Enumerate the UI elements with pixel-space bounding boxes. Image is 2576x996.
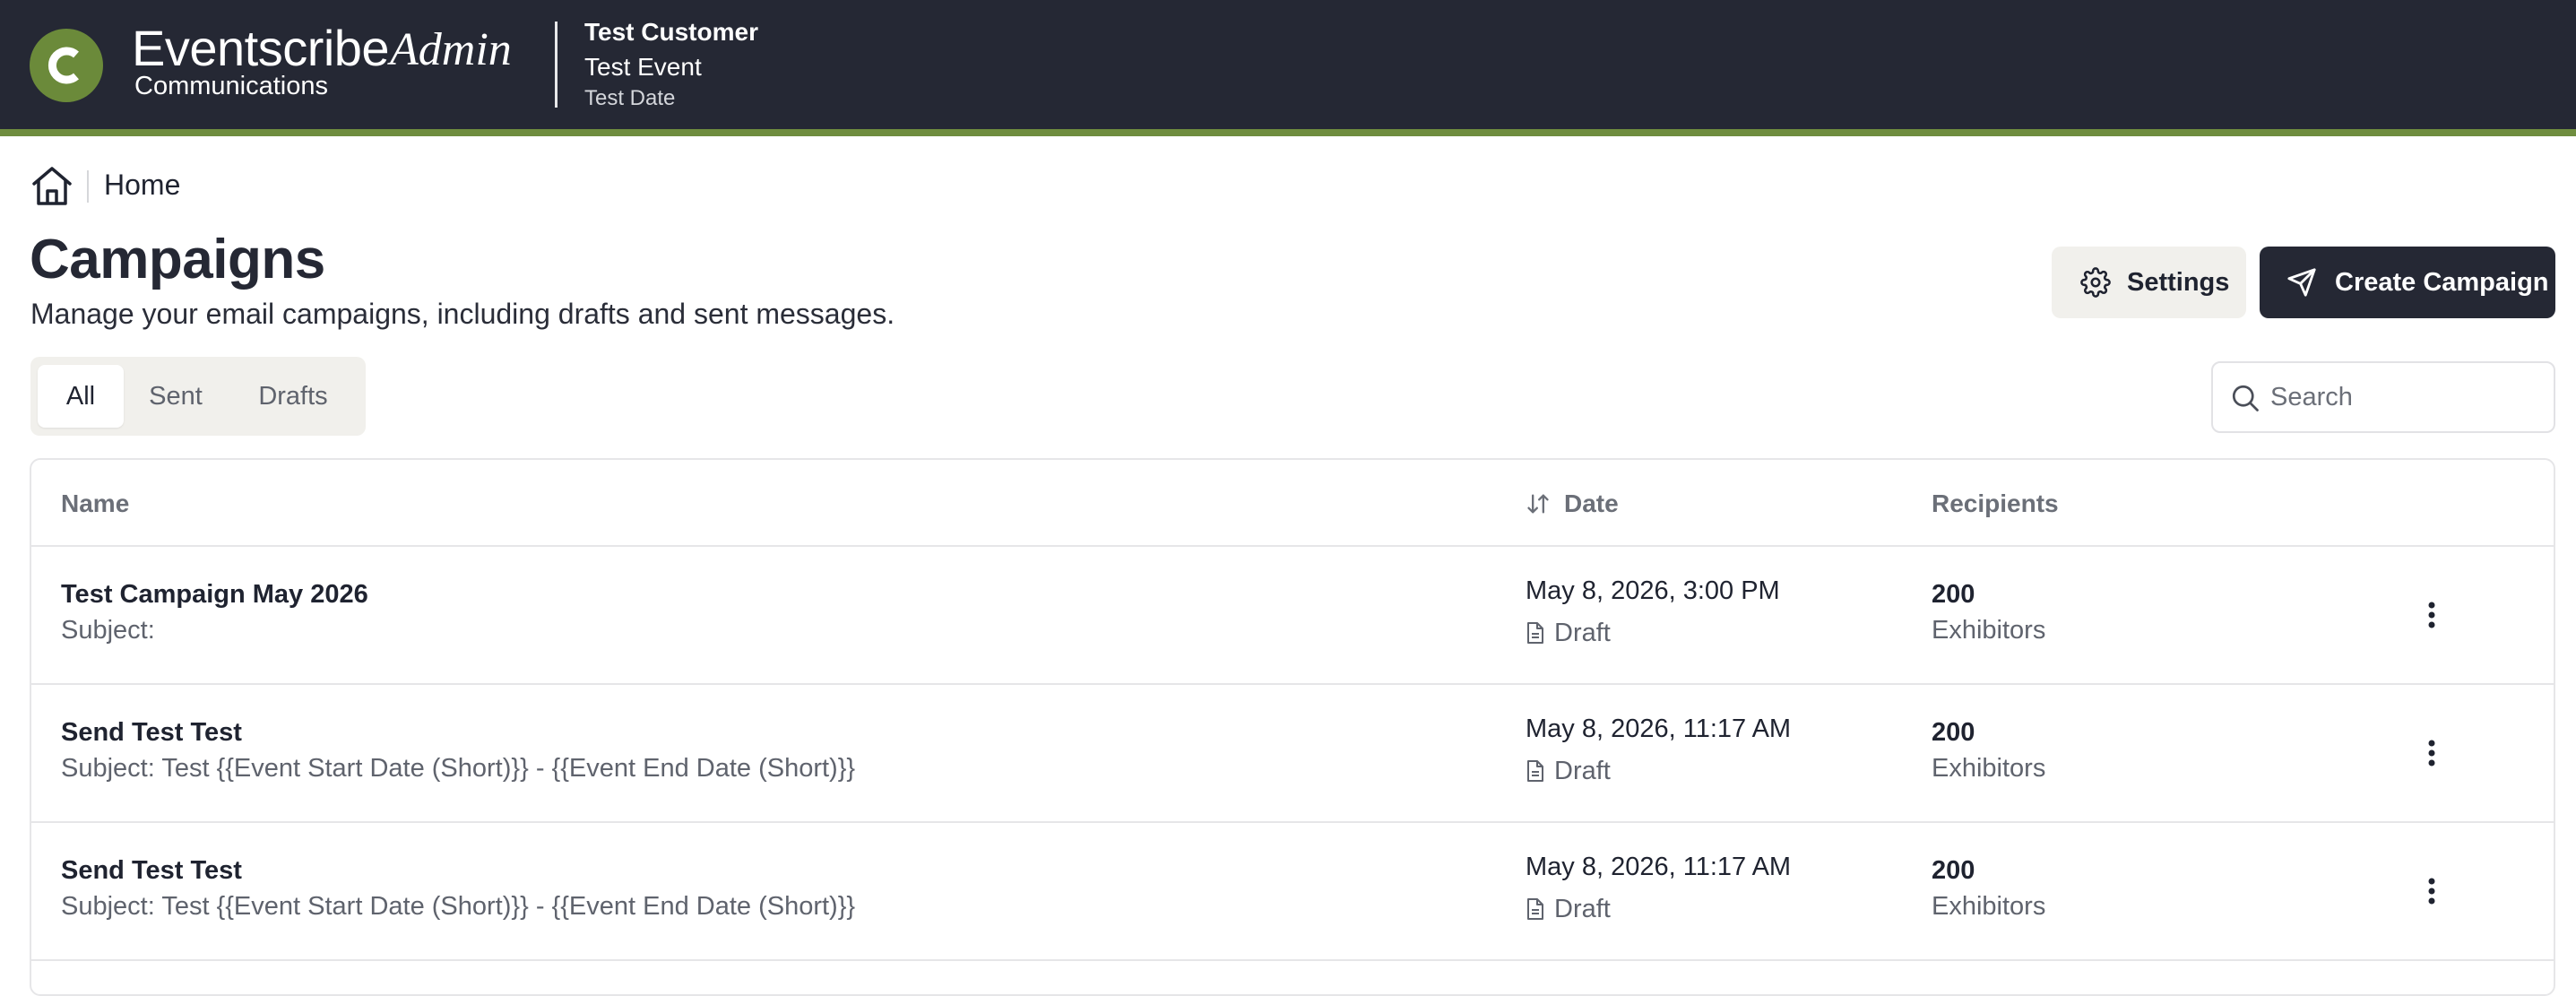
campaign-name[interactable]: Test Campaign May 2026 (61, 576, 368, 612)
campaign-status: Draft (1526, 891, 1611, 927)
tab-all[interactable]: All (38, 365, 124, 428)
gear-icon (2080, 267, 2111, 298)
status-label: Draft (1554, 894, 1611, 923)
brand-name: Eventscribe (132, 20, 390, 76)
table-row[interactable]: Send Test Test Subject: Test {{Event Sta… (31, 823, 2554, 961)
eventscribe-logo-icon[interactable] (30, 29, 103, 102)
column-header-date[interactable]: Date (1564, 486, 1619, 522)
campaign-name[interactable]: Send Test Test (61, 853, 242, 888)
campaign-subject: Subject: (61, 616, 155, 645)
brand-admin-label: Admin (390, 24, 512, 75)
header-divider (555, 22, 558, 108)
sort-arrows-icon[interactable] (1526, 491, 1551, 516)
more-options-icon[interactable] (2410, 593, 2453, 637)
table-row[interactable]: Send Test Test Subject: Test {{Event Sta… (31, 685, 2554, 823)
campaign-subject: Subject: Test {{Event Start Date (Short)… (61, 754, 856, 783)
more-options-icon[interactable] (2410, 870, 2453, 913)
recipient-group: Exhibitors (1932, 616, 2046, 645)
document-icon (1527, 622, 1543, 644)
campaign-name[interactable]: Send Test Test (61, 715, 242, 750)
column-header-recipients[interactable]: Recipients (1932, 486, 2059, 522)
search-icon (2232, 385, 2259, 411)
table-row[interactable]: Test Campaign May 2026 Subject: May 8, 2… (31, 547, 2554, 685)
brand-subtitle: Communications (134, 72, 328, 100)
campaign-date: May 8, 2026, 11:17 AM (1526, 853, 1792, 881)
recipient-count: 200 (1932, 856, 1975, 885)
event-date: Test Date (584, 86, 676, 110)
settings-button[interactable]: Settings (2052, 247, 2246, 318)
event-name: Test Event (584, 53, 702, 81)
campaign-subject: Subject: Test {{Event Start Date (Short)… (61, 892, 856, 921)
campaign-status: Draft (1526, 615, 1611, 651)
home-icon[interactable] (30, 164, 74, 207)
status-label: Draft (1554, 618, 1611, 647)
app-header: Eventscribe Admin Communications Test Cu… (0, 0, 2576, 136)
more-options-icon[interactable] (2410, 732, 2453, 775)
tab-drafts[interactable]: Drafts (228, 365, 359, 428)
document-icon (1527, 760, 1543, 782)
breadcrumb-separator (87, 170, 89, 203)
search-input[interactable] (2270, 376, 2539, 419)
page-title: Campaigns (30, 229, 325, 290)
campaign-date: May 8, 2026, 11:17 AM (1526, 715, 1792, 743)
recipient-group: Exhibitors (1932, 754, 2046, 783)
create-campaign-button[interactable]: Create Campaign (2260, 247, 2555, 318)
campaigns-table: Name Date Recipients Test Campaign May 2… (30, 458, 2555, 996)
campaign-status: Draft (1526, 753, 1611, 789)
search-box (2211, 361, 2555, 433)
customer-name: Test Customer (584, 18, 758, 46)
breadcrumb-home[interactable]: Home (104, 167, 180, 203)
filter-tabs: All Sent Drafts (30, 357, 366, 436)
send-icon (2287, 268, 2316, 297)
campaign-date: May 8, 2026, 3:00 PM (1526, 576, 1780, 605)
settings-button-label: Settings (2127, 267, 2230, 297)
recipient-count: 200 (1932, 580, 1975, 609)
tab-sent[interactable]: Sent (131, 365, 220, 428)
column-header-name[interactable]: Name (61, 486, 129, 522)
create-campaign-label: Create Campaign (2335, 267, 2549, 297)
status-label: Draft (1554, 756, 1611, 785)
recipient-group: Exhibitors (1932, 892, 2046, 921)
recipient-count: 200 (1932, 718, 1975, 747)
table-header: Name Date Recipients (31, 460, 2554, 547)
page-description: Manage your email campaigns, including d… (30, 298, 895, 330)
document-icon (1527, 898, 1543, 920)
